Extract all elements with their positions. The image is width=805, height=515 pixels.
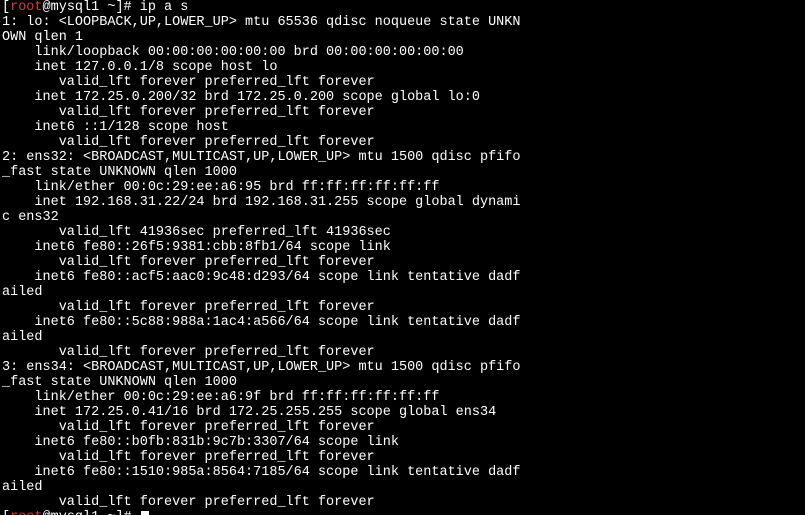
terminal-output[interactable]: [root@mysql1 ~]# ip a s 1: lo: <LOOPBACK… xyxy=(0,0,805,515)
prompt-user: root xyxy=(10,510,42,515)
output-line: inet6 fe80::1510:985a:8564:7185/64 scope… xyxy=(2,465,520,480)
prompt-open-bracket: [ xyxy=(2,510,10,515)
output-line: valid_lft forever preferred_lft forever xyxy=(2,300,375,315)
prompt-close: ]# xyxy=(115,0,139,15)
output-line: inet 172.25.0.41/16 brd 172.25.255.255 s… xyxy=(2,405,496,420)
prompt-close: ]# xyxy=(115,510,139,515)
prompt-user: root xyxy=(10,0,42,15)
output-line: link/loopback 00:00:00:00:00:00 brd 00:0… xyxy=(2,45,464,60)
output-line: inet6 fe80::26f5:9381:cbb:8fb1/64 scope … xyxy=(2,240,391,255)
output-line: 3: ens34: <BROADCAST,MULTICAST,UP,LOWER_… xyxy=(2,360,520,375)
output-line: OWN qlen 1 xyxy=(2,30,83,45)
output-line: link/ether 00:0c:29:ee:a6:9f brd ff:ff:f… xyxy=(2,390,439,405)
output-line: c ens32 xyxy=(2,210,59,225)
output-line: 1: lo: <LOOPBACK,UP,LOWER_UP> mtu 65536 … xyxy=(2,15,520,30)
output-line: valid_lft 41936sec preferred_lft 41936se… xyxy=(2,225,391,240)
output-line: inet6 fe80::5c88:988a:1ac4:a566/64 scope… xyxy=(2,315,520,330)
output-line: inet6 ::1/128 scope host xyxy=(2,120,229,135)
cursor-block xyxy=(141,511,149,515)
output-line: valid_lft forever preferred_lft forever xyxy=(2,75,375,90)
output-line: valid_lft forever preferred_lft forever xyxy=(2,105,375,120)
output-line: inet 127.0.0.1/8 scope host lo xyxy=(2,60,277,75)
output-line: link/ether 00:0c:29:ee:a6:95 brd ff:ff:f… xyxy=(2,180,439,195)
output-line: valid_lft forever preferred_lft forever xyxy=(2,450,375,465)
prompt-line: [root@mysql1 ~]# ip a s xyxy=(2,0,188,15)
output-line: ailed xyxy=(2,330,43,345)
prompt-line-2: [root@mysql1 ~]# xyxy=(2,510,149,515)
output-line: inet 192.168.31.22/24 brd 192.168.31.255… xyxy=(2,195,520,210)
prompt-at: @ xyxy=(43,0,51,15)
prompt-path: ~ xyxy=(99,0,115,15)
output-line: valid_lft forever preferred_lft forever xyxy=(2,420,375,435)
output-line: inet6 fe80::acf5:aac0:9c48:d293/64 scope… xyxy=(2,270,520,285)
output-line: valid_lft forever preferred_lft forever xyxy=(2,345,375,360)
output-line: _fast state UNKNOWN qlen 1000 xyxy=(2,165,237,180)
prompt-host: mysql1 xyxy=(51,510,100,515)
prompt-path: ~ xyxy=(99,510,115,515)
prompt-host: mysql1 xyxy=(51,0,100,15)
output-line: 2: ens32: <BROADCAST,MULTICAST,UP,LOWER_… xyxy=(2,150,520,165)
prompt-open-bracket: [ xyxy=(2,0,10,15)
output-line: inet 172.25.0.200/32 brd 172.25.0.200 sc… xyxy=(2,90,480,105)
output-line: ailed xyxy=(2,480,43,495)
output-line: _fast state UNKNOWN qlen 1000 xyxy=(2,375,237,390)
output-line: valid_lft forever preferred_lft forever xyxy=(2,495,375,510)
prompt-at: @ xyxy=(43,510,51,515)
output-line: ailed xyxy=(2,285,43,300)
output-line: inet6 fe80::b0fb:831b:9c7b:3307/64 scope… xyxy=(2,435,399,450)
output-line: valid_lft forever preferred_lft forever xyxy=(2,255,375,270)
output-line: valid_lft forever preferred_lft forever xyxy=(2,135,375,150)
command-text: ip a s xyxy=(140,0,189,15)
